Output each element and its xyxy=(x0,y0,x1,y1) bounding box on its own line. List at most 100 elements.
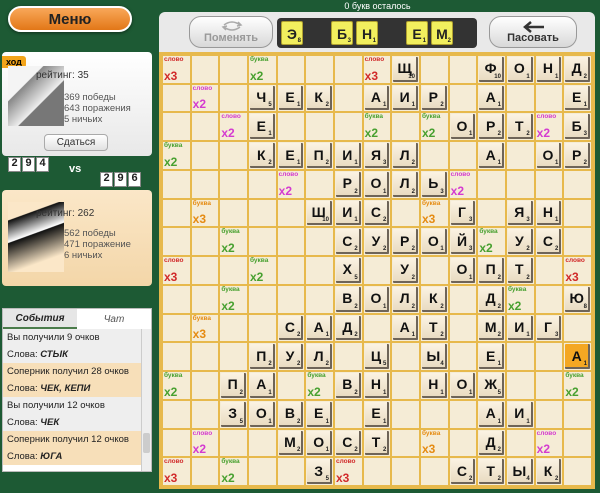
board-cell-tile[interactable]: Щ 10 xyxy=(391,55,420,84)
rack-tile[interactable]: Е1 xyxy=(406,21,428,45)
board-cell[interactable] xyxy=(162,313,191,343)
board-cell-tile[interactable]: А1 xyxy=(477,83,506,113)
board-cell[interactable] xyxy=(333,55,363,84)
bonus-cell-w3[interactable]: слово x3 xyxy=(362,55,392,84)
board-cell[interactable] xyxy=(505,83,535,113)
board-cell[interactable] xyxy=(190,141,220,170)
board-cell[interactable] xyxy=(534,169,564,199)
board-cell[interactable] xyxy=(247,313,277,343)
board-cell-tile[interactable]: Н1 xyxy=(534,55,564,84)
board-cell[interactable] xyxy=(276,198,306,228)
board-cell-tile[interactable]: Я3 xyxy=(362,141,392,170)
board-cell[interactable] xyxy=(534,399,564,429)
board-cell[interactable] xyxy=(305,256,334,285)
board-cell[interactable] xyxy=(448,399,478,429)
tab-events[interactable]: События xyxy=(3,309,77,329)
bonus-cell-l2[interactable]: буква x2 xyxy=(219,457,248,486)
board-cell-tile[interactable]: Ц5 xyxy=(362,342,392,372)
board-cell-tile[interactable]: Н1 xyxy=(419,371,449,400)
board-cell-tile[interactable]: А1 xyxy=(477,399,506,429)
board-cell-tile[interactable]: Т2 xyxy=(477,457,506,486)
board-cell-tile[interactable]: К2 xyxy=(534,457,564,486)
board-cell[interactable] xyxy=(305,227,334,257)
bonus-cell-w2[interactable]: слово x2 xyxy=(534,428,564,458)
board-cell-tile[interactable]: Ы4 xyxy=(419,342,449,372)
give-up-button[interactable]: Сдаться xyxy=(44,134,108,151)
board-cell[interactable] xyxy=(563,198,592,228)
bonus-cell-w2[interactable]: слово x2 xyxy=(276,169,306,199)
board-cell-tile[interactable]: К2 xyxy=(247,141,277,170)
bonus-cell-w2[interactable]: слово x2 xyxy=(190,83,220,113)
board-cell-tile[interactable]: С2 xyxy=(333,227,363,257)
board-cell[interactable] xyxy=(534,284,564,314)
board-cell-tile[interactable]: О1 xyxy=(362,169,392,199)
bonus-cell-l3[interactable]: буква x3 xyxy=(190,198,220,228)
bonus-cell-w2[interactable]: слово x2 xyxy=(190,428,220,458)
board-cell[interactable] xyxy=(276,457,306,486)
board-cell-tile[interactable]: Д2 xyxy=(477,428,506,458)
board-cell[interactable] xyxy=(563,428,592,458)
board-cell-tile[interactable]: В2 xyxy=(333,371,363,400)
board-cell[interactable] xyxy=(362,457,392,486)
bonus-cell-l2[interactable]: буква x2 xyxy=(563,371,592,400)
board-cell-tile[interactable]: С2 xyxy=(333,428,363,458)
bonus-cell-w3[interactable]: слово x3 xyxy=(162,55,191,84)
rack-tile[interactable]: Э8 xyxy=(281,21,303,45)
board-cell-tile[interactable]: Т2 xyxy=(505,256,535,285)
board-cell-tile[interactable]: Б3 xyxy=(563,112,592,142)
board-cell-tile[interactable]: О1 xyxy=(419,227,449,257)
board-cell[interactable] xyxy=(391,428,420,458)
board-cell[interactable] xyxy=(448,284,478,314)
board-cell[interactable] xyxy=(448,141,478,170)
board-cell[interactable] xyxy=(305,169,334,199)
board-cell-tile[interactable]: А1 xyxy=(362,83,392,113)
board-cell[interactable] xyxy=(247,198,277,228)
board-cell[interactable] xyxy=(505,169,535,199)
board-cell-tile[interactable]: Н1 xyxy=(534,198,564,228)
board-cell-tile[interactable]: Д2 xyxy=(333,313,363,343)
board-cell-tile[interactable]: В2 xyxy=(333,284,363,314)
bonus-cell-l2[interactable]: буква x2 xyxy=(219,284,248,314)
board-cell-tile[interactable]: О1 xyxy=(305,428,334,458)
board-cell-tile[interactable]: У2 xyxy=(391,256,420,285)
board-cell-tile[interactable]: Р2 xyxy=(419,83,449,113)
board-cell[interactable] xyxy=(391,457,420,486)
board-cell-tile[interactable]: О1 xyxy=(534,141,564,170)
board-cell-tile[interactable]: К2 xyxy=(305,83,334,113)
event-log-scrollbar[interactable] xyxy=(141,329,151,471)
board-cell-tile[interactable]: О1 xyxy=(448,112,478,142)
board-cell[interactable] xyxy=(305,284,334,314)
bonus-cell-w3[interactable]: слово x3 xyxy=(563,256,592,285)
board-cell-tile[interactable]: Е1 xyxy=(247,112,277,142)
bonus-cell-l2[interactable]: буква x2 xyxy=(305,371,334,400)
bonus-cell-l2[interactable]: буква x2 xyxy=(162,141,191,170)
board-cell-tile[interactable]: Ь3 xyxy=(419,169,449,199)
board-cell[interactable] xyxy=(391,371,420,400)
board-cell[interactable] xyxy=(247,169,277,199)
board-cell[interactable] xyxy=(162,342,191,372)
board-cell[interactable] xyxy=(391,399,420,429)
board-cell[interactable] xyxy=(247,428,277,458)
board-cell[interactable] xyxy=(563,313,592,343)
board-cell[interactable] xyxy=(276,227,306,257)
board-cell-tile[interactable]: Ф 10 xyxy=(477,55,506,84)
board-cell[interactable] xyxy=(333,399,363,429)
board-cell-tile[interactable]: Ж5 xyxy=(477,371,506,400)
rack-tile[interactable]: Н1 xyxy=(356,21,378,45)
board-cell-tile[interactable]: А1 xyxy=(391,313,420,343)
board-cell-tile[interactable]: М2 xyxy=(276,428,306,458)
board-cell-tile[interactable]: У2 xyxy=(505,227,535,257)
board-cell-tile[interactable]: Е1 xyxy=(477,342,506,372)
board-cell-tile[interactable]: Д2 xyxy=(563,55,592,84)
board-cell[interactable] xyxy=(448,342,478,372)
board-cell-tile[interactable]: А1 xyxy=(305,313,334,343)
board-cell[interactable] xyxy=(276,112,306,142)
board-cell[interactable] xyxy=(534,83,564,113)
board-cell-tile[interactable]: З5 xyxy=(305,457,334,486)
board-cell[interactable] xyxy=(162,169,191,199)
bonus-cell-l2[interactable]: буква x2 xyxy=(247,256,277,285)
board-cell-tile[interactable]: И1 xyxy=(333,198,363,228)
board-cell[interactable] xyxy=(419,457,449,486)
board-cell[interactable] xyxy=(419,256,449,285)
board-cell[interactable] xyxy=(333,83,363,113)
